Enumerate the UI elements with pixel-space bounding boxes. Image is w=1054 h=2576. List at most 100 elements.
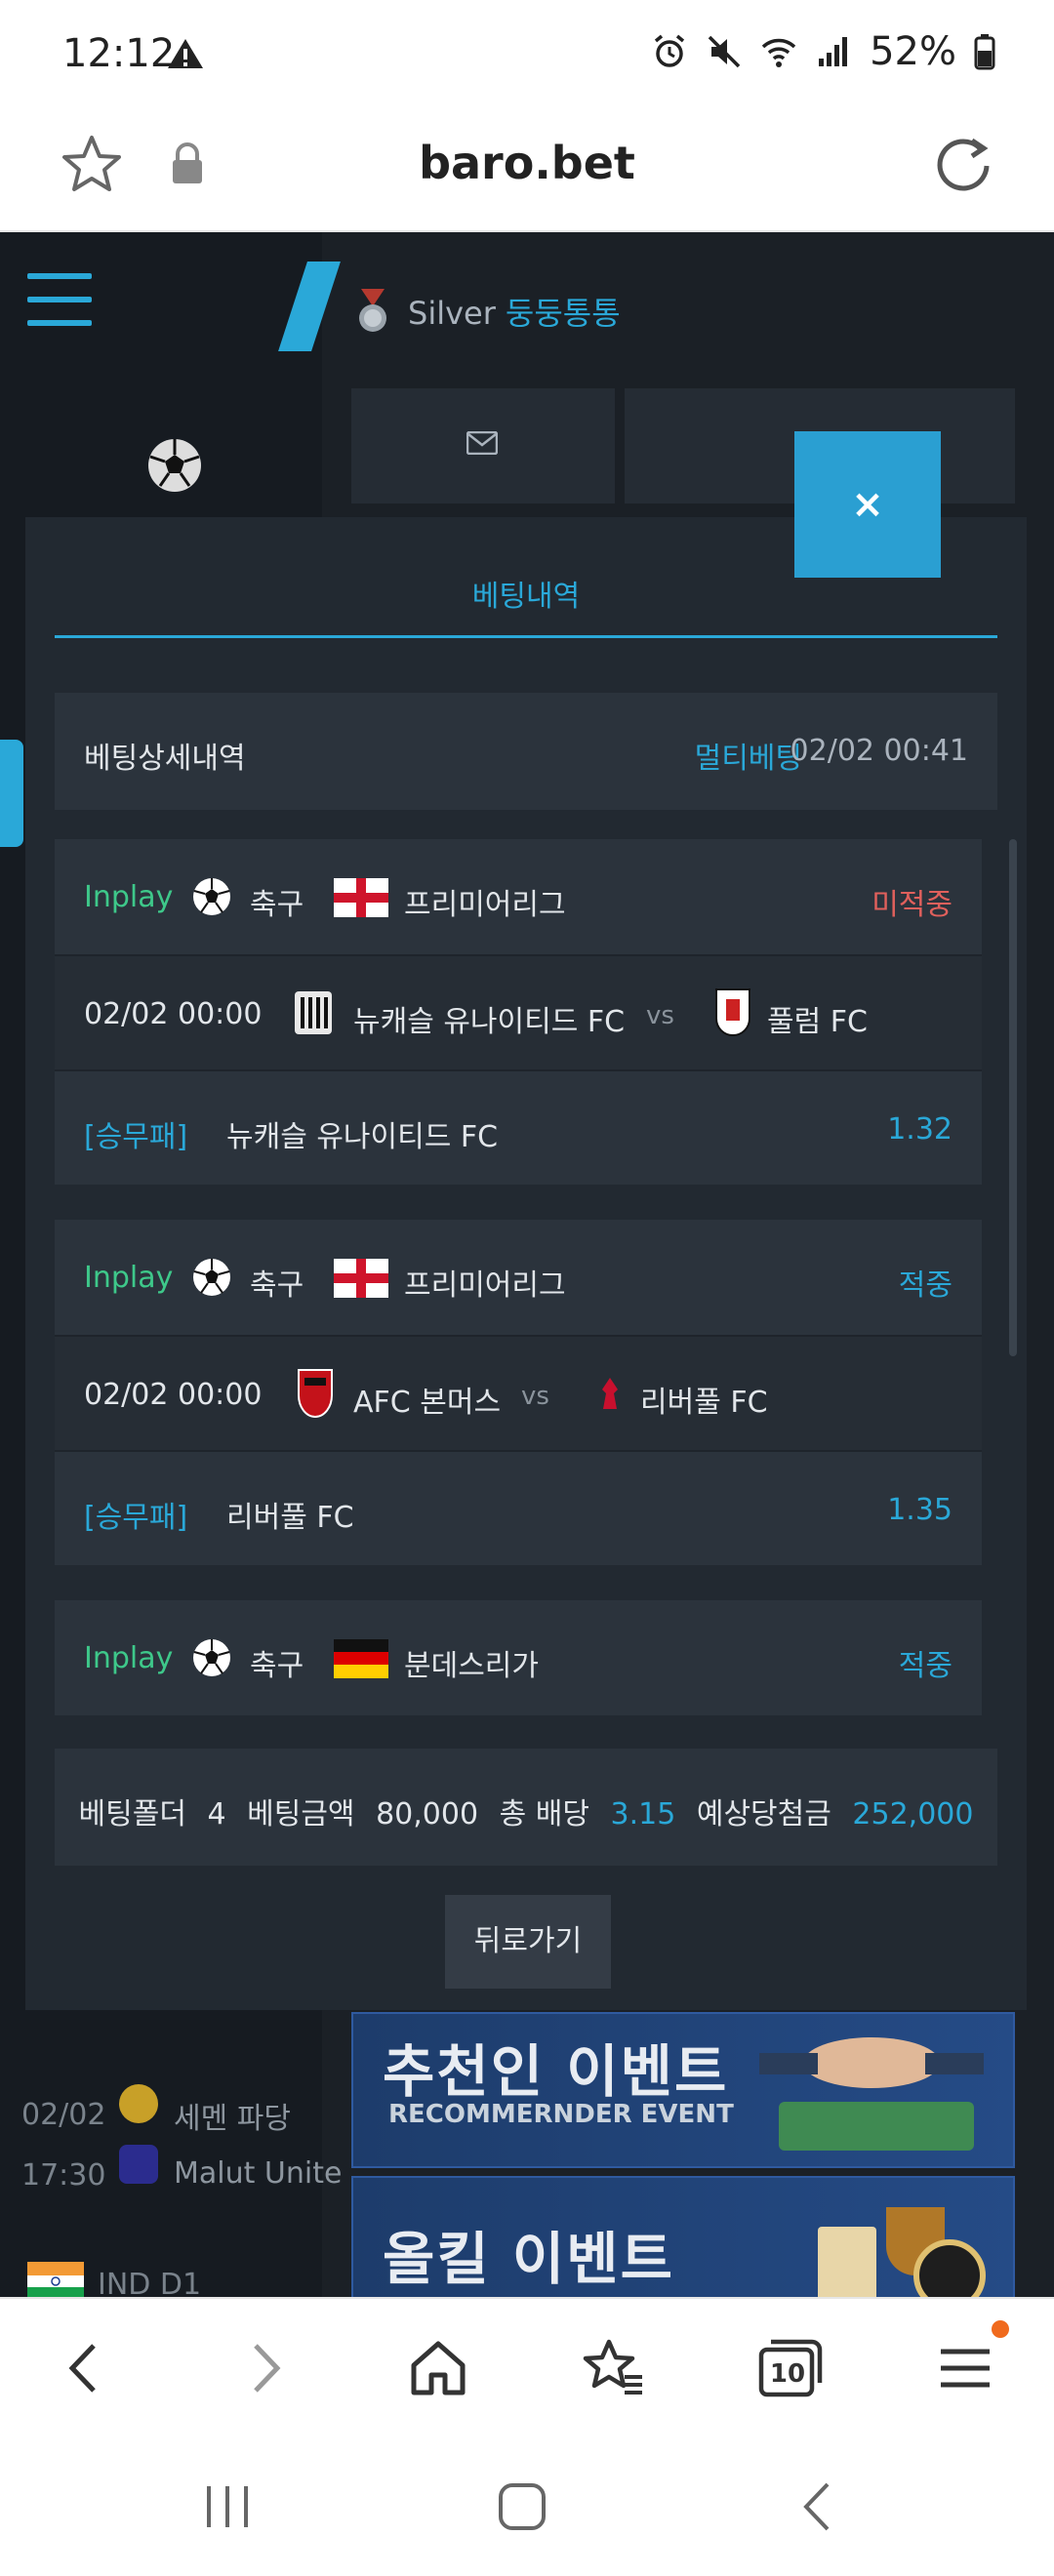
bet-detail-header: 베팅상세내역 멀티베팅 02/02 00:41 — [55, 693, 997, 810]
payout-label: 예상당첨금 — [696, 1797, 831, 1831]
bet-league-row: Inplay 축구 프리미어리그 적중 — [55, 1220, 982, 1335]
india-flag-icon — [27, 2262, 84, 2297]
bg-team-a: 세멘 파당 — [174, 2102, 291, 2136]
folder-count: 4 — [207, 1797, 226, 1831]
fulham-crest-icon — [715, 988, 750, 1036]
bet-amount: 80,000 — [376, 1797, 479, 1831]
menu-icon[interactable] — [27, 273, 92, 326]
total-odds: 3.15 — [610, 1797, 676, 1831]
recent-apps-icon[interactable] — [193, 2473, 262, 2541]
inplay-label: Inplay — [84, 1641, 174, 1675]
picked-selection: 리버풀 FC — [226, 1501, 354, 1535]
vs-label: vs — [646, 1001, 674, 1030]
home-team: 뉴캐슬 유나이티드 FC — [353, 1005, 626, 1039]
league-name: 프리미어리그 — [404, 1268, 566, 1303]
wifi-icon — [761, 38, 796, 67]
user-level: Silver — [408, 295, 496, 332]
close-button[interactable]: × — [794, 431, 941, 578]
banner-subtitle: RECOMMERNDER EVENT — [388, 2100, 734, 2129]
banner-title: 올킬 이벤트 — [383, 2226, 674, 2292]
tabs-count: 10 — [769, 2359, 806, 2389]
bet-type: 멀티베팅 — [694, 742, 802, 776]
match-row: 02/02 00:00 AFC 본머스 vs 리버풀 FC — [55, 1335, 982, 1450]
total-odds-label: 총 배당 — [499, 1797, 589, 1831]
tabs-button[interactable]: 10 — [755, 2334, 824, 2402]
user-info: Silver 둥둥통통 — [408, 289, 621, 334]
team-b-crest — [119, 2145, 158, 2184]
handshake-illustration — [759, 2037, 984, 2151]
soccer-ball-icon — [193, 878, 230, 915]
tab-bet-history[interactable]: 베팅내역 — [55, 572, 997, 638]
amount-label: 베팅금액 — [247, 1797, 355, 1831]
bookmarks-icon[interactable] — [580, 2334, 648, 2402]
sport-name: 축구 — [250, 1649, 304, 1683]
away-team: 풀럼 FC — [767, 1005, 868, 1039]
away-team: 리버풀 FC — [640, 1386, 768, 1420]
bet-league-row: Inplay 축구 분데스리가 적중 — [55, 1600, 982, 1715]
referral-event-banner[interactable]: 추천인 이벤트 RECOMMERNDER EVENT — [351, 2012, 1015, 2168]
inplay-label: Inplay — [84, 880, 174, 914]
home-team: AFC 본머스 — [353, 1386, 502, 1420]
menu-icon[interactable] — [931, 2334, 999, 2402]
pick-row: [승무패] 리버풀 FC 1.35 — [55, 1450, 982, 1565]
browser-toolbar: 10 — [0, 2297, 1054, 2434]
odds-value: 1.35 — [887, 1493, 953, 1527]
germany-flag-icon — [334, 1639, 388, 1678]
home-button-icon[interactable] — [488, 2473, 556, 2541]
forward-arrow-icon[interactable] — [230, 2334, 299, 2402]
bet-summary: 베팅폴더 4 베팅금액 80,000 총 배당 3.15 예상당첨금 252,0… — [55, 1749, 997, 1866]
system-back-icon[interactable] — [785, 2473, 853, 2541]
market-tag: [승무패] — [84, 1501, 188, 1535]
trophy-chip-illustration — [818, 2207, 986, 2297]
bet-history-modal: × 베팅내역 베팅상세내역 멀티베팅 02/02 00:41 Inplay 축구… — [25, 431, 1027, 2010]
alarm-icon — [654, 34, 685, 67]
mail-button[interactable] — [351, 388, 615, 503]
allkill-event-banner[interactable]: 올킬 이벤트 — [351, 2176, 1015, 2297]
signal-icon — [819, 37, 848, 66]
back-button[interactable]: 뒤로가기 — [445, 1895, 611, 1989]
battery-percent: 52% — [870, 29, 956, 74]
inplay-label: Inplay — [84, 1261, 174, 1295]
bet-list[interactable]: Inplay 축구 프리미어리그 미적중 02/02 00:00 뉴캐슬 유나이… — [55, 839, 997, 1717]
status-bar: 12:12 52% — [0, 0, 1054, 107]
bet-datetime: 02/02 00:41 — [790, 734, 968, 768]
picked-selection: 뉴캐슬 유나이티드 FC — [226, 1120, 499, 1154]
notification-dot — [992, 2320, 1009, 2338]
home-icon[interactable] — [404, 2334, 472, 2402]
url-text[interactable]: baro.bet — [0, 137, 1054, 189]
detail-label: 베팅상세내역 — [84, 742, 246, 776]
england-flag-icon — [334, 1259, 388, 1298]
folder-label: 베팅폴더 — [78, 1797, 186, 1831]
system-nav-bar — [0, 2434, 1054, 2576]
league-name: 분데스리가 — [404, 1649, 539, 1683]
match-row: 02/02 00:00 뉴캐슬 유나이티드 FC vs 풀럼 FC — [55, 954, 982, 1069]
silver-medal-icon — [359, 289, 386, 332]
username[interactable]: 둥둥통통 — [506, 295, 621, 332]
market-tag: [승무패] — [84, 1120, 188, 1154]
sport-name: 축구 — [250, 888, 304, 922]
bet-status: 적중 — [898, 1649, 953, 1683]
match-time: 02/02 00:00 — [84, 1378, 263, 1412]
bg-match-date: 02/02 — [21, 2098, 106, 2132]
soccer-ball-icon — [193, 1639, 230, 1676]
browser-address-bar: baro.bet — [0, 107, 1054, 232]
soccer-ball-icon — [193, 1259, 230, 1296]
league-name: 프리미어리그 — [404, 888, 566, 922]
soccer-ball-icon[interactable] — [146, 437, 203, 494]
bet-status: 미적중 — [872, 888, 953, 922]
sidebar-active-indicator — [0, 740, 23, 847]
banner-title: 추천인 이벤트 — [383, 2038, 729, 2105]
vs-label: vs — [521, 1382, 549, 1411]
clock: 12:12 — [62, 31, 176, 76]
bg-team-b: Malut Unite — [174, 2156, 343, 2191]
odds-value: 1.32 — [887, 1112, 953, 1147]
team-a-crest — [119, 2084, 158, 2123]
back-arrow-icon[interactable] — [51, 2334, 119, 2402]
bg-match-time: 17:30 — [21, 2158, 106, 2193]
expected-payout: 252,000 — [852, 1797, 974, 1831]
mail-icon — [466, 431, 498, 455]
reload-icon[interactable] — [931, 133, 995, 197]
mute-icon — [708, 35, 741, 68]
newcastle-crest-icon — [295, 991, 332, 1034]
list-scrollbar[interactable] — [1009, 839, 1017, 1356]
